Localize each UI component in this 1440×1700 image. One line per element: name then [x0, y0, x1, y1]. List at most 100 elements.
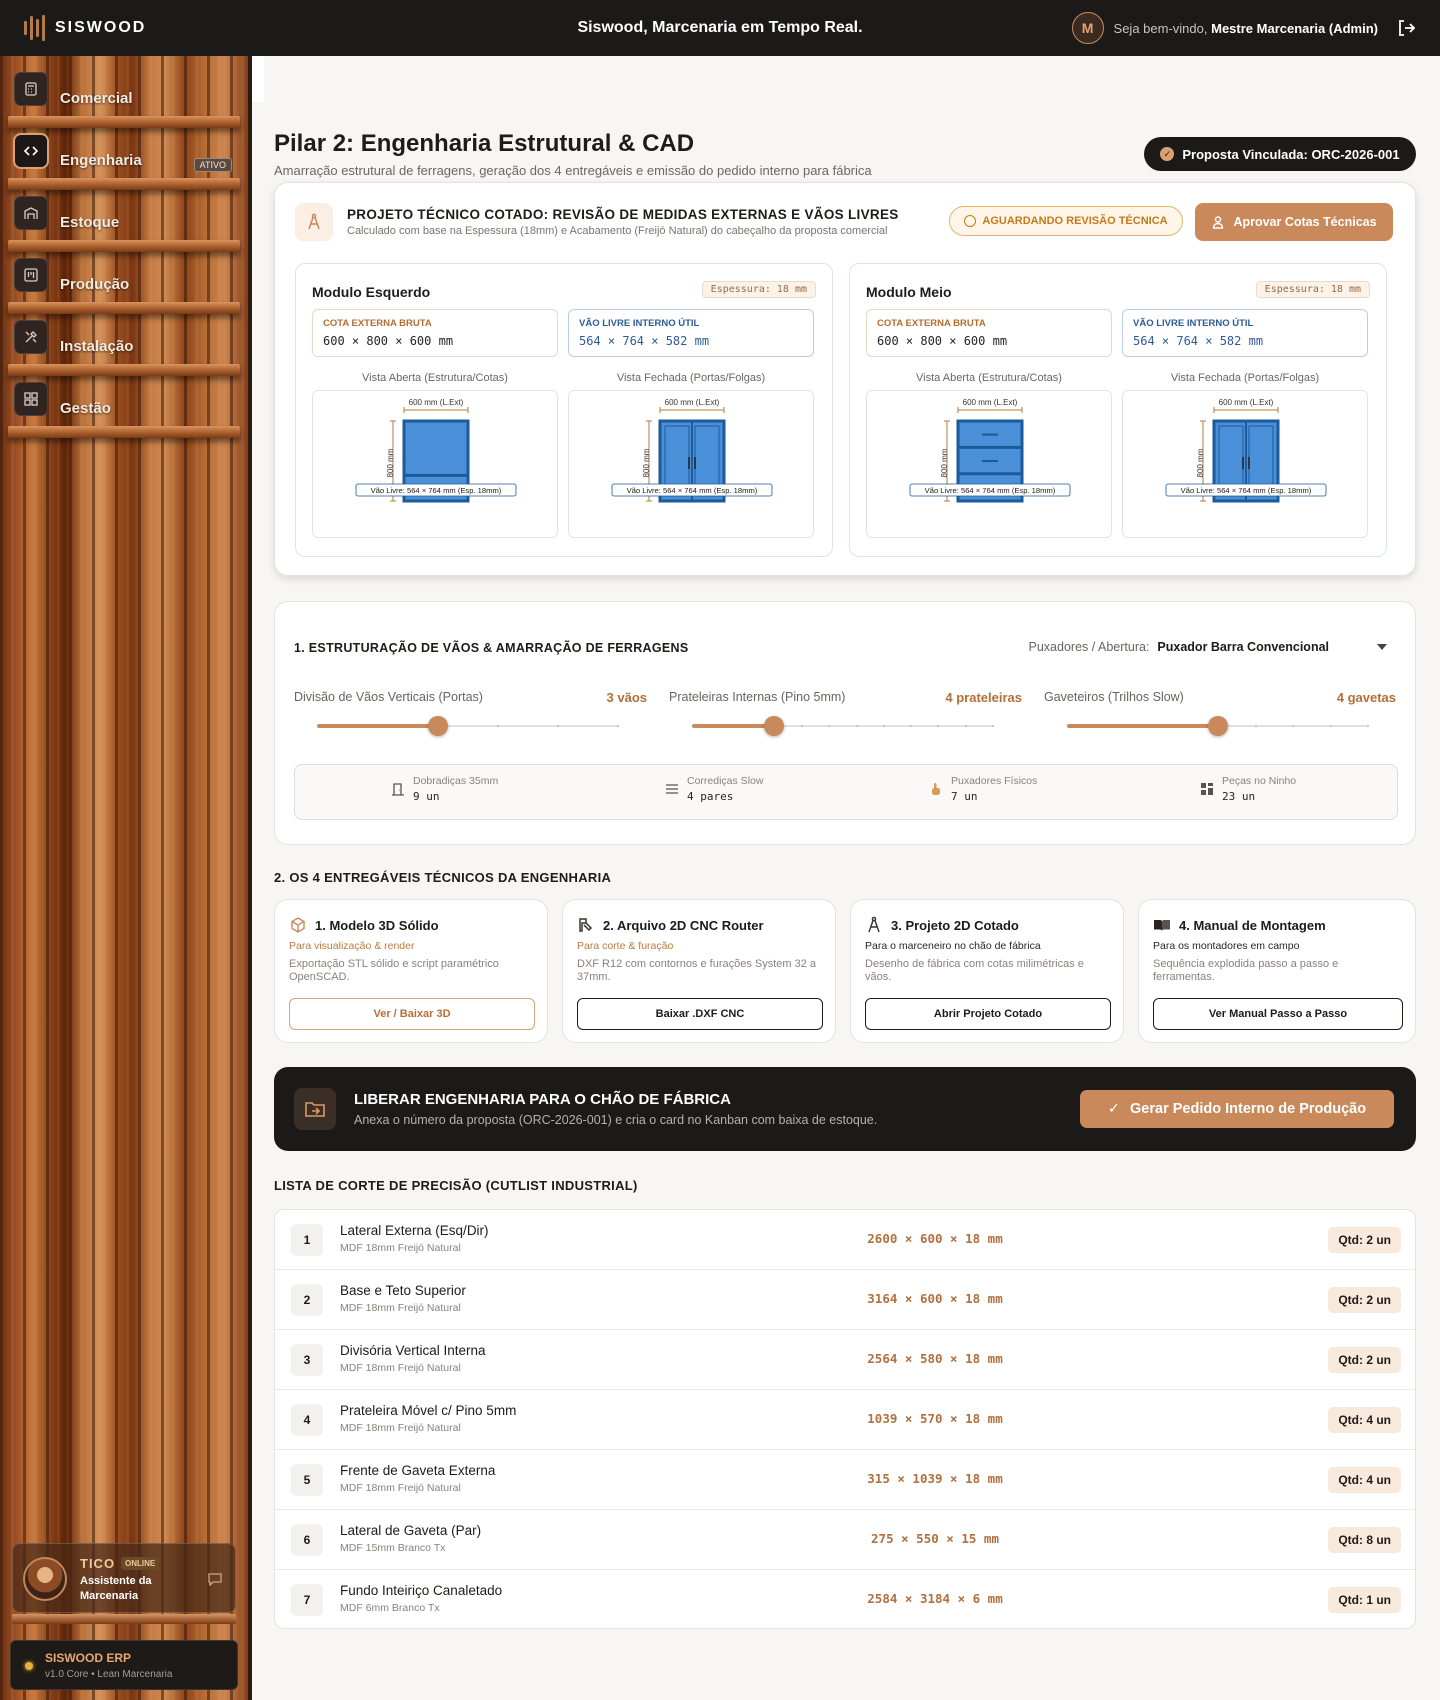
hand-icon — [932, 783, 940, 795]
sidebar-item-producao[interactable]: Produção — [8, 258, 240, 320]
cabinet-drawing: 600 mm (L.Ext) 800 mm Vão Livre: 564 × 764… — [611, 398, 773, 503]
corner-box — [252, 56, 264, 102]
assistant-card[interactable]: TICO ONLINE Assistente da Marcenaria — [12, 1543, 236, 1613]
manual-button[interactable]: Ver Manual Passo a Passo — [1153, 998, 1403, 1030]
logo[interactable]: SISWOOD — [24, 15, 284, 41]
download-dxf-button[interactable]: Baixar .DXF CNC — [577, 998, 823, 1030]
door-icon — [392, 783, 404, 796]
puxadores-select[interactable]: Puxadores / Abertura: Puxador Barra Conv… — [1029, 640, 1387, 654]
piece-name: Lateral de Gaveta (Par) — [340, 1523, 482, 1538]
sidebar-item-label: Estoque — [60, 214, 120, 231]
piece-name: Frente de Gaveta Externa — [340, 1463, 496, 1478]
row-number: 7 — [291, 1584, 323, 1616]
slider-thumb[interactable] — [1208, 716, 1228, 736]
user-name: Mestre Marcenaria (Admin) — [1211, 20, 1378, 36]
cota-label: COTA EXTERNA BRUTA — [323, 318, 432, 329]
sidebar-item-engenharia[interactable]: Engenharia ATIVO — [8, 134, 240, 196]
sidebar-item-label: Gestão — [60, 400, 111, 417]
width-label: 600 mm (L.Ext) — [1219, 398, 1274, 407]
slider-tick — [992, 725, 994, 727]
piece-dimensions: 2584 × 3184 × 6 mm — [867, 1591, 1003, 1606]
vao-caption: Vão Livre: 564 × 764 mm (Esp. 18mm) — [925, 486, 1056, 495]
piece-dimensions: 2600 × 600 × 18 mm — [867, 1231, 1003, 1246]
download-3d-button[interactable]: Ver / Baixar 3D — [289, 998, 535, 1030]
deliverable-title-text: 4. Manual de Montagem — [1179, 917, 1326, 933]
vista-aberta-label: Vista Aberta (Estrutura/Cotas) — [362, 372, 508, 384]
proposal-badge[interactable]: ✓ Proposta Vinculada: ORC-2026-001 — [1144, 137, 1416, 171]
project-card: PROJETO TÉCNICO COTADO: REVISÃO DE MEDID… — [274, 182, 1416, 576]
project-subtitle: Calculado com base na Espessura (18mm) e… — [347, 225, 888, 237]
sidebar-item-gestao[interactable]: Gestão — [8, 382, 240, 444]
cota-label: COTA EXTERNA BRUTA — [877, 318, 986, 329]
chat-icon[interactable] — [207, 1572, 223, 1586]
section-title: 2. OS 4 ENTREGÁVEIS TÉCNICOS DA ENGENHAR… — [274, 870, 612, 885]
gaveteiros-slider[interactable] — [1067, 716, 1369, 736]
piece-quantity: Qtd: 1 un — [1328, 1587, 1401, 1613]
slider-value: 4 gavetas — [1336, 690, 1396, 705]
hardware-value: 7 un — [951, 790, 978, 803]
slider-tick — [497, 725, 499, 727]
piece-material: MDF 15mm Branco Tx — [340, 1542, 446, 1554]
slider-tick — [801, 725, 803, 727]
erp-version: v1.0 Core • Lean Marcenaria — [45, 1669, 173, 1680]
dashboard-icon — [14, 382, 48, 416]
slider-tick — [910, 725, 912, 727]
generate-order-button[interactable]: ✓ Gerar Pedido Interno de Produção — [1080, 1090, 1394, 1128]
hardware-value: 4 pares — [687, 790, 734, 803]
main-content: Pilar 2: Engenharia Estrutural & CAD Ama… — [252, 56, 1440, 1700]
check-icon: ✓ — [1107, 1101, 1121, 1117]
active-badge: ATIVO — [193, 158, 232, 172]
piece-material: MDF 6mm Branco Tx — [340, 1602, 440, 1614]
table-row: 7 Fundo Inteiriço Canaletado MDF 6mm Branc… — [275, 1570, 1415, 1628]
cota-value: 600 × 800 × 600 mm — [323, 334, 454, 348]
slider-value: 3 vãos — [606, 690, 647, 705]
structure-card: 1. ESTRUTURAÇÃO DE VÃOS & AMARRAÇÃO DE F… — [274, 601, 1416, 845]
release-banner: LIBERAR ENGENHARIA PARA O CHÃO DE FÁBRIC… — [274, 1067, 1416, 1151]
prateleiras-slider[interactable] — [692, 716, 994, 736]
slider-thumb[interactable] — [427, 716, 448, 736]
height-label: 800 mm — [1196, 448, 1205, 477]
avatar[interactable]: M — [1071, 12, 1104, 44]
slider-label: Prateleiras Internas (Pino 5mm) — [669, 690, 846, 704]
sidebar-item-instalacao[interactable]: Instalação — [8, 320, 240, 382]
slider-thumb[interactable] — [764, 716, 785, 736]
piece-dimensions: 2564 × 580 × 18 mm — [867, 1351, 1003, 1366]
sidebar-item-estoque[interactable]: Estoque — [8, 196, 240, 258]
sidebar-item-label: Engenharia — [60, 152, 142, 169]
tools-icon — [14, 320, 48, 354]
hardware-summary: Dobradiças 35mm 9 un Corrediças Slow 4 par… — [294, 764, 1398, 820]
table-row: 1 Lateral Externa (Esq/Dir) MDF 18mm Freij… — [275, 1210, 1415, 1270]
width-label: 600 mm (L.Ext) — [665, 398, 720, 407]
compass-icon — [868, 916, 880, 933]
vao-caption: Vão Livre: 564 × 764 mm (Esp. 18mm) — [627, 486, 758, 495]
release-subtitle: Anexa o número da proposta (ORC-2026-001… — [354, 1113, 878, 1127]
deliverable-title-text: 3. Projeto 2D Cotado — [891, 917, 1019, 933]
slider-tick — [1292, 725, 1294, 727]
slider-tick — [617, 725, 619, 727]
logout-icon[interactable] — [1396, 18, 1416, 38]
sidebar-item-label: Instalação — [60, 338, 134, 355]
rails-icon — [666, 784, 678, 794]
project-title: PROJETO TÉCNICO COTADO: REVISÃO DE MEDID… — [347, 207, 899, 222]
top-bar: SISWOOD Siswood, Marcenaria em Tempo Rea… — [0, 0, 1440, 56]
section-title: LISTA DE CORTE DE PRECISÃO (CUTLIST INDU… — [274, 1178, 638, 1193]
clock-icon — [964, 215, 977, 227]
vista-fechada-label: Vista Fechada (Portas/Folgas) — [1170, 372, 1320, 384]
welcome-text: Seja bem-vindo, Mestre Marcenaria (Admin… — [1114, 21, 1378, 36]
cube-3d-icon — [291, 917, 305, 933]
kanban-icon — [14, 258, 48, 292]
vaos-slider[interactable] — [317, 716, 619, 736]
shelf-board — [8, 178, 240, 190]
table-row: 5 Frente de Gaveta Externa MDF 18mm Freijó… — [275, 1450, 1415, 1510]
sidebar-item-comercial[interactable]: Comercial — [8, 72, 240, 134]
user-check-icon — [1213, 216, 1224, 229]
online-badge: ONLINE — [121, 1557, 160, 1570]
hardware-label: Dobradiças 35mm — [413, 775, 499, 787]
release-title: LIBERAR ENGENHARIA PARA O CHÃO DE FÁBRIC… — [354, 1091, 731, 1108]
book-icon — [1154, 920, 1170, 931]
deliverable-title: 3. Projeto 2D Cotado — [865, 916, 1019, 934]
deliverable-desc: Sequência explodida passo a passo e ferr… — [1153, 958, 1339, 983]
piece-dimensions: 3164 × 600 × 18 mm — [867, 1291, 1003, 1306]
open-project-button[interactable]: Abrir Projeto Cotado — [865, 998, 1111, 1030]
approve-button[interactable]: Aprovar Cotas Técnicas — [1195, 203, 1393, 241]
